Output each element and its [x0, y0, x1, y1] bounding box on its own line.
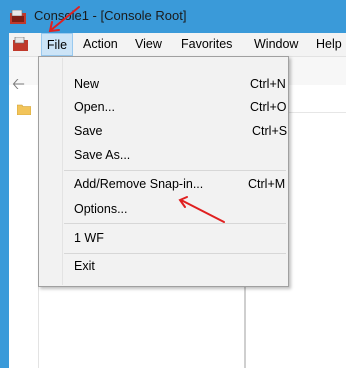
- red-arrow-to-file: [50, 6, 80, 31]
- annotation-arrows: [48, 6, 225, 223]
- red-arrow-to-add-remove: [180, 199, 225, 223]
